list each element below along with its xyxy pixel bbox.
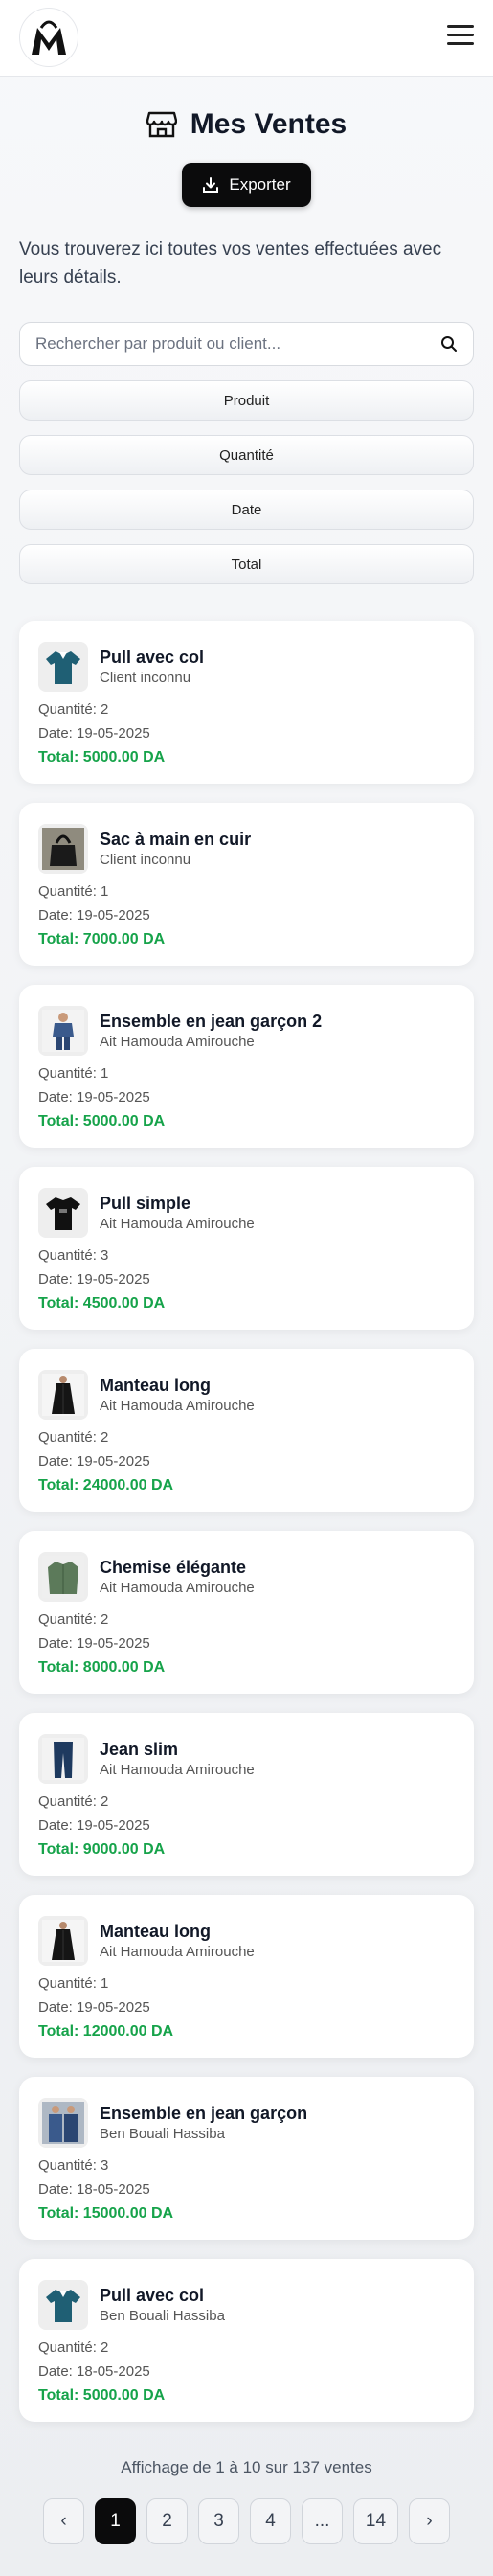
product-thumbnail bbox=[38, 1734, 88, 1784]
sale-date: Date: 19-05-2025 bbox=[38, 1999, 150, 2016]
sale-card[interactable]: Pull avec col Ben Bouali Hassiba Quantité:… bbox=[19, 2259, 474, 2422]
sale-quantity: Quantité: 2 bbox=[38, 1611, 109, 1628]
product-thumbnail bbox=[38, 1552, 88, 1602]
sale-date: Date: 19-05-2025 bbox=[38, 1817, 150, 1834]
client-name: Ait Hamouda Amirouche bbox=[100, 1398, 255, 1414]
client-name: Ait Hamouda Amirouche bbox=[100, 1216, 255, 1232]
sale-quantity: Quantité: 1 bbox=[38, 1065, 109, 1082]
product-name: Sac à main en cuir bbox=[100, 830, 252, 849]
product-name: Chemise élégante bbox=[100, 1558, 247, 1577]
sale-date: Date: 19-05-2025 bbox=[38, 725, 150, 741]
sale-total: Total: 8000.00 DA bbox=[38, 1659, 166, 1676]
product-thumbnail bbox=[38, 1006, 88, 1056]
export-button[interactable]: Exporter bbox=[182, 163, 311, 207]
download-icon bbox=[203, 177, 219, 193]
hamburger-icon bbox=[447, 25, 474, 28]
sale-quantity: Quantité: 1 bbox=[38, 1975, 109, 1992]
store-icon bbox=[146, 111, 177, 138]
page-title: Mes Ventes bbox=[190, 108, 347, 140]
product-name: Ensemble en jean garçon 2 bbox=[100, 1012, 323, 1031]
sale-card[interactable]: Pull simple Ait Hamouda Amirouche Quantité… bbox=[19, 1167, 474, 1330]
sale-date: Date: 19-05-2025 bbox=[38, 1453, 150, 1470]
sale-total: Total: 5000.00 DA bbox=[38, 2387, 166, 2404]
sale-card[interactable]: Ensemble en jean garçon Ben Bouali Hassib… bbox=[19, 2077, 474, 2240]
sale-date: Date: 19-05-2025 bbox=[38, 1635, 150, 1652]
sale-total: Total: 5000.00 DA bbox=[38, 749, 166, 765]
product-thumbnail bbox=[38, 1370, 88, 1420]
sale-card[interactable]: Manteau long Ait Hamouda Amirouche Quantit… bbox=[19, 1895, 474, 2058]
search-input[interactable] bbox=[35, 334, 440, 353]
product-name: Manteau long bbox=[100, 1922, 211, 1941]
client-name: Ait Hamouda Amirouche bbox=[100, 1580, 255, 1596]
sale-total: Total: 24000.00 DA bbox=[38, 1477, 174, 1493]
sale-quantity: Quantité: 3 bbox=[38, 1247, 109, 1264]
sale-date: Date: 19-05-2025 bbox=[38, 1271, 150, 1288]
prev-page-button[interactable]: ‹ bbox=[43, 2498, 84, 2544]
sort-total-button[interactable]: Total bbox=[19, 544, 474, 584]
product-name: Jean slim bbox=[100, 1740, 179, 1759]
sale-quantity: Quantité: 2 bbox=[38, 1793, 109, 1810]
sale-quantity: Quantité: 3 bbox=[38, 2157, 109, 2174]
page-description: Vous trouverez ici toutes vos ventes eff… bbox=[19, 239, 442, 287]
client-name: Client inconnu bbox=[100, 670, 191, 686]
product-name: Pull simple bbox=[100, 1194, 191, 1213]
sale-total: Total: 15000.00 DA bbox=[38, 2205, 174, 2222]
sort-quantity-button[interactable]: Quantité bbox=[19, 435, 474, 475]
sale-card[interactable]: Pull avec col Client inconnu Quantité: 2 Da… bbox=[19, 621, 474, 784]
top-bar bbox=[0, 0, 493, 77]
sale-quantity: Quantité: 2 bbox=[38, 701, 109, 718]
client-name: Ait Hamouda Amirouche bbox=[100, 1762, 255, 1778]
page-button-4[interactable]: 4 bbox=[250, 2498, 291, 2544]
sale-total: Total: 4500.00 DA bbox=[38, 1295, 166, 1311]
sale-date: Date: 18-05-2025 bbox=[38, 2181, 150, 2198]
client-name: Client inconnu bbox=[100, 852, 191, 868]
client-name: Ben Bouali Hassiba bbox=[100, 2126, 225, 2142]
sale-card[interactable]: Ensemble en jean garçon 2 Ait Hamouda Ami… bbox=[19, 985, 474, 1148]
logo-icon bbox=[32, 20, 66, 55]
product-thumbnail bbox=[38, 2280, 88, 2330]
product-name: Manteau long bbox=[100, 1376, 211, 1395]
sort-date-button[interactable]: Date bbox=[19, 490, 474, 530]
page-button-14[interactable]: 14 bbox=[353, 2498, 398, 2544]
product-name: Ensemble en jean garçon bbox=[100, 2104, 308, 2123]
sale-total: Total: 9000.00 DA bbox=[38, 1841, 166, 1858]
logo[interactable] bbox=[19, 8, 78, 67]
page-button-2[interactable]: 2 bbox=[146, 2498, 188, 2544]
sale-quantity: Quantité: 1 bbox=[38, 883, 109, 900]
product-thumbnail bbox=[38, 1916, 88, 1966]
sale-card[interactable]: Sac à main en cuir Client inconnu Quantité… bbox=[19, 803, 474, 966]
client-name: Ait Hamouda Amirouche bbox=[100, 1034, 255, 1050]
page-button-3[interactable]: 3 bbox=[198, 2498, 239, 2544]
sort-product-button[interactable]: Produit bbox=[19, 380, 474, 421]
export-label: Exporter bbox=[229, 175, 291, 194]
product-name: Pull avec col bbox=[100, 2286, 205, 2305]
sale-date: Date: 19-05-2025 bbox=[38, 1089, 150, 1106]
page-ellipsis: ... bbox=[302, 2498, 343, 2544]
sale-date: Date: 19-05-2025 bbox=[38, 907, 150, 923]
sale-total: Total: 12000.00 DA bbox=[38, 2023, 174, 2040]
sale-total: Total: 5000.00 DA bbox=[38, 1113, 166, 1129]
page-header: Mes Ventes bbox=[0, 103, 493, 146]
product-thumbnail bbox=[38, 2098, 88, 2148]
sale-quantity: Quantité: 2 bbox=[38, 2339, 109, 2356]
sale-quantity: Quantité: 2 bbox=[38, 1429, 109, 1446]
product-thumbnail bbox=[38, 642, 88, 692]
product-thumbnail bbox=[38, 1188, 88, 1238]
sale-card[interactable]: Manteau long Ait Hamouda Amirouche Quantit… bbox=[19, 1349, 474, 1512]
pagination-info: Affichage de 1 à 10 sur 137 ventes bbox=[121, 2458, 372, 2476]
menu-button[interactable] bbox=[447, 25, 474, 50]
sale-date: Date: 18-05-2025 bbox=[38, 2363, 150, 2380]
product-name: Pull avec col bbox=[100, 648, 205, 667]
sale-card[interactable]: Jean slim Ait Hamouda Amirouche Quantité: … bbox=[19, 1713, 474, 1876]
product-thumbnail bbox=[38, 824, 88, 874]
search-box bbox=[19, 322, 474, 366]
next-page-button[interactable]: › bbox=[409, 2498, 450, 2544]
sale-card[interactable]: Chemise élégante Ait Hamouda Amirouche Qua… bbox=[19, 1531, 474, 1694]
page-button-1[interactable]: 1 bbox=[95, 2498, 136, 2544]
client-name: Ben Bouali Hassiba bbox=[100, 2308, 225, 2324]
pagination: ‹ 1 2 3 4 ... 14 › bbox=[0, 2498, 493, 2546]
client-name: Ait Hamouda Amirouche bbox=[100, 1944, 255, 1960]
sale-total: Total: 7000.00 DA bbox=[38, 931, 166, 947]
search-icon[interactable] bbox=[440, 335, 458, 353]
